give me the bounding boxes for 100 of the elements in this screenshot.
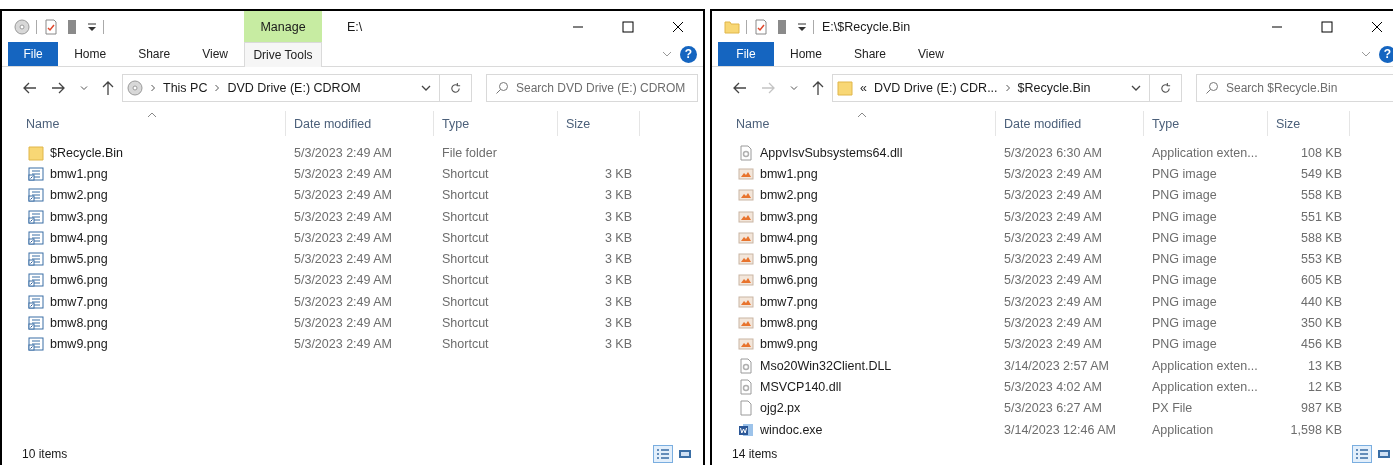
breadcrumb[interactable]: $Recycle.Bin — [1017, 81, 1091, 95]
ribbon-tab[interactable]: View — [186, 42, 244, 66]
ribbon-tab[interactable]: View — [902, 42, 960, 66]
image-file-icon — [738, 208, 754, 225]
file-name[interactable]: bmw8.png — [760, 316, 818, 330]
chevron-down-icon[interactable] — [421, 83, 431, 93]
file-name[interactable]: bmw6.png — [760, 273, 818, 288]
file-name[interactable]: bmw9.png — [760, 337, 818, 352]
breadcrumb[interactable]: DVD Drive (E:) CDROM — [227, 81, 361, 95]
refresh-button[interactable] — [1150, 74, 1182, 102]
file-name[interactable]: bmw8.png — [50, 316, 108, 330]
up-arrow-icon[interactable] — [810, 80, 826, 96]
file-name[interactable]: bmw1.png — [50, 166, 108, 181]
maximize-icon[interactable] — [622, 20, 634, 33]
shortcut-icon — [28, 251, 44, 268]
file-size: 3 KB — [604, 188, 632, 203]
search-field[interactable]: Search $Recycle.Bin — [1196, 74, 1393, 102]
close-icon[interactable] — [1371, 20, 1383, 33]
file-name[interactable]: bmw7.png — [760, 294, 818, 309]
back-arrow-icon[interactable] — [22, 80, 38, 96]
image-file-icon — [738, 229, 754, 246]
file-size: 558 KB — [1301, 188, 1342, 203]
details-view-button[interactable] — [1352, 445, 1372, 463]
file-name[interactable]: ojg2.px — [760, 401, 801, 416]
file-name[interactable]: bmw4.png — [760, 230, 818, 245]
column-header[interactable]: Size — [1268, 111, 1350, 136]
ribbon-tab[interactable]: Share — [838, 42, 903, 66]
help-button[interactable]: ? — [680, 45, 697, 63]
file-name[interactable]: bmw5.png — [760, 252, 818, 267]
back-arrow-icon[interactable] — [732, 80, 748, 96]
file-name[interactable]: bmw9.png — [50, 337, 108, 352]
file-type: PNG image — [1152, 252, 1217, 267]
details-view-button[interactable] — [653, 445, 673, 463]
file-name[interactable]: Mso20Win32Client.DLL — [760, 358, 892, 373]
properties-icon[interactable] — [753, 18, 769, 35]
file-name[interactable]: bmw1.png — [760, 166, 818, 181]
up-arrow-icon[interactable] — [100, 80, 116, 96]
file-name[interactable]: bmw3.png — [760, 209, 818, 224]
file-name[interactable]: bmw5.png — [50, 252, 108, 267]
date-modified: 5/3/2023 2:49 AM — [1004, 166, 1102, 181]
file-name[interactable]: bmw4.png — [50, 230, 108, 245]
ribbon-tab[interactable]: Drive Tools — [244, 42, 322, 67]
chevron-down-icon[interactable] — [1131, 83, 1141, 93]
file-name[interactable]: bmw2.png — [760, 188, 818, 203]
address-bar[interactable]: This PC DVD Drive (E:) CDROM — [122, 74, 440, 102]
breadcrumb-overflow[interactable]: « — [860, 81, 867, 95]
breadcrumb[interactable]: This PC — [163, 81, 208, 95]
chevron-right-icon[interactable] — [1004, 84, 1011, 92]
shortcut-icon — [28, 315, 44, 331]
ribbon-tab[interactable]: File — [8, 42, 59, 66]
shortcut-icon — [28, 229, 44, 246]
customize-dropdown-icon[interactable] — [797, 21, 807, 32]
window-title: E:\ — [347, 19, 363, 34]
image-file-icon — [738, 315, 754, 331]
breadcrumb[interactable]: DVD Drive (E:) CDR... — [873, 81, 998, 95]
column-header[interactable]: Date modified — [996, 111, 1144, 136]
file-size: 549 KB — [1301, 166, 1342, 181]
column-header[interactable]: Name — [18, 111, 286, 136]
column-header[interactable]: Type — [1144, 111, 1268, 136]
file-size: 12 KB — [1307, 379, 1342, 394]
column-header[interactable]: Date modified — [286, 111, 434, 136]
file-name[interactable]: windoc.exe — [760, 422, 823, 437]
maximize-icon[interactable] — [1321, 20, 1333, 33]
file-name[interactable]: bmw7.png — [50, 294, 108, 309]
file-size: 987 KB — [1301, 401, 1342, 416]
file-type: Shortcut — [442, 337, 489, 352]
ribbon-tab[interactable]: Home — [58, 42, 123, 66]
file-name[interactable]: $Recycle.Bin — [50, 145, 123, 160]
customize-dropdown-icon[interactable] — [87, 21, 97, 32]
ribbon-tab[interactable]: Home — [774, 42, 838, 66]
date-modified: 5/3/2023 2:49 AM — [294, 230, 392, 245]
list-lines-icon — [655, 447, 671, 461]
disc-icon[interactable] — [14, 18, 30, 35]
context-tab-group: Manage — [244, 11, 322, 42]
file-name[interactable]: bmw6.png — [50, 273, 108, 288]
shortcut-icon — [28, 187, 44, 204]
search-input[interactable]: Search DVD Drive (E:) CDROM — [516, 81, 697, 95]
column-header[interactable]: Size — [558, 111, 640, 136]
refresh-button[interactable] — [440, 74, 472, 102]
properties-icon[interactable] — [43, 18, 59, 35]
file-name[interactable]: bmw3.png — [50, 209, 108, 224]
date-modified: 5/3/2023 2:49 AM — [1004, 294, 1102, 309]
forward-arrow-icon[interactable] — [50, 80, 66, 96]
column-header[interactable]: Type — [434, 111, 558, 136]
file-name[interactable]: MSVCP140.dll — [760, 379, 842, 394]
search-input[interactable]: Search $Recycle.Bin — [1226, 81, 1393, 95]
file-name[interactable]: AppvIsvSubsystems64.dll — [760, 145, 903, 160]
chevron-right-icon[interactable] — [214, 84, 221, 92]
close-icon[interactable] — [672, 20, 684, 33]
file-name[interactable]: bmw2.png — [50, 188, 108, 203]
column-header[interactable]: Name — [728, 111, 996, 136]
date-modified: 5/3/2023 2:49 AM — [1004, 188, 1102, 203]
file-type: Shortcut — [442, 166, 489, 181]
ribbon-tab[interactable]: Share — [122, 42, 187, 66]
image-file-icon — [738, 272, 754, 289]
chevron-right-icon[interactable] — [150, 84, 156, 92]
help-button[interactable]: ? — [1379, 45, 1393, 63]
file-type: PNG image — [1152, 166, 1217, 181]
search-field[interactable]: Search DVD Drive (E:) CDROM — [486, 74, 698, 102]
address-bar[interactable]: « DVD Drive (E:) CDR... $Recycle.Bin — [832, 74, 1150, 102]
